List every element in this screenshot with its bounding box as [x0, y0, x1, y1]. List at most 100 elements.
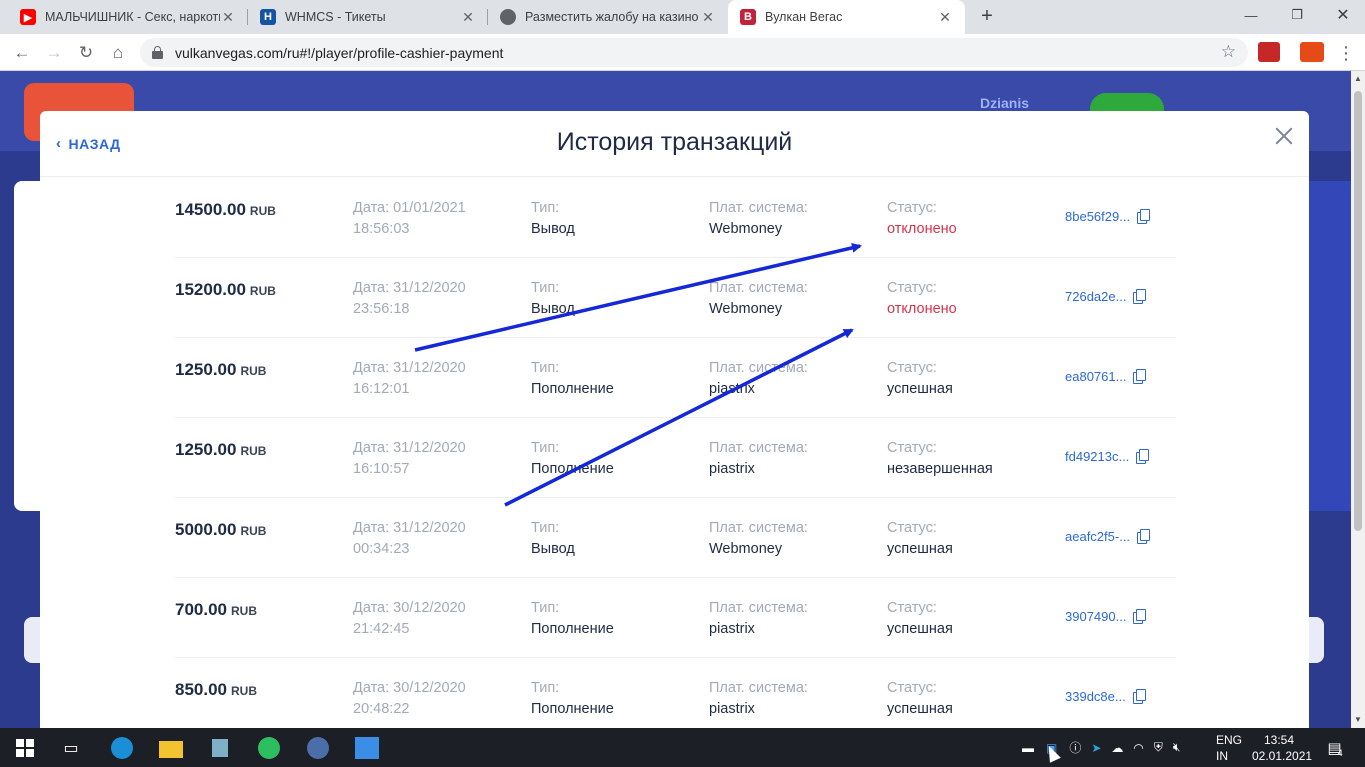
type-value: Пополнение	[531, 381, 614, 397]
bookmark-star-icon[interactable]: ☆	[1221, 42, 1236, 62]
notification-count: 4	[1337, 748, 1343, 758]
modal-title: История транзакций	[556, 128, 793, 156]
copy-icon[interactable]	[1133, 609, 1147, 624]
transaction-type: Тип: Вывод	[531, 518, 575, 560]
notifications-icon[interactable]: ▤ 4	[1322, 735, 1348, 761]
transaction-id-value[interactable]: ea80761...	[1065, 369, 1126, 384]
transaction-id-value[interactable]: 339dc8e...	[1065, 689, 1126, 704]
status-value: отклонено	[887, 221, 957, 237]
date-label: Дата:	[353, 440, 390, 456]
app-icon[interactable]	[207, 735, 233, 761]
transaction-id[interactable]: 8be56f29...	[1065, 209, 1151, 224]
tab-vulkan[interactable]: B Вулкан Вегас ✕	[728, 0, 965, 34]
transaction-id[interactable]: ea80761...	[1065, 369, 1147, 384]
copy-icon[interactable]	[1133, 289, 1147, 304]
language-indicator[interactable]: ENG IN	[1216, 732, 1242, 764]
tab-complaint[interactable]: Разместить жалобу на казино ✕	[488, 0, 728, 34]
date-value: 30/12/2020	[393, 600, 466, 616]
transaction-amount: 1250.00 RUB	[175, 440, 266, 460]
shield-icon[interactable]: ⛨	[1154, 740, 1163, 755]
scrollbar-thumb[interactable]	[1354, 91, 1362, 531]
copy-icon[interactable]	[1136, 449, 1150, 464]
modal-header: ‹ НАЗАД История транзакций	[40, 111, 1309, 177]
amount-value: 14500.00	[175, 200, 246, 219]
windows-taskbar: ▭ ▬ ▣ ⓘ ➤ ☁ ◠ ⛨ 🔇︎ ENG IN 13:54 02.01.20…	[0, 728, 1365, 767]
menu-dots-icon[interactable]: ⋮	[1333, 40, 1359, 66]
tab-youtube[interactable]: ▶ МАЛЬЧИШНИК - Секс, наркоти ✕	[8, 0, 248, 34]
extension-icon[interactable]	[1300, 42, 1324, 62]
transaction-id-value[interactable]: 726da2e...	[1065, 289, 1126, 304]
transaction-id[interactable]: fd49213c...	[1065, 449, 1150, 464]
transaction-id[interactable]: aeafc2f5-...	[1065, 529, 1151, 544]
photos-icon[interactable]	[354, 735, 380, 761]
clock[interactable]: 13:54 02.01.2021	[1252, 732, 1312, 764]
file-explorer-icon[interactable]	[158, 735, 184, 761]
transaction-id[interactable]: 339dc8e...	[1065, 689, 1146, 704]
status-value: успешная	[887, 541, 953, 557]
task-view-icon[interactable]: ▭	[58, 735, 84, 761]
back-arrow-icon[interactable]: ←	[9, 40, 35, 66]
vulkan-icon: B	[740, 9, 756, 25]
close-tab-icon[interactable]: ✕	[937, 9, 953, 26]
telegram-icon[interactable]: ➤	[1091, 741, 1101, 755]
new-tab-button[interactable]: +	[976, 5, 998, 27]
close-tab-icon[interactable]: ✕	[220, 9, 236, 26]
copy-icon[interactable]	[1137, 529, 1151, 544]
close-tab-icon[interactable]: ✕	[460, 9, 476, 26]
transaction-date: Дата: 31/12/2020 16:12:01	[353, 358, 466, 400]
date-value: 31/12/2020	[393, 440, 466, 456]
minimize-icon[interactable]: —	[1228, 0, 1274, 30]
close-tab-icon[interactable]: ✕	[700, 9, 716, 26]
page-scrollbar[interactable]: ▲ ▼	[1351, 71, 1365, 728]
transaction-id-value[interactable]: 3907490...	[1065, 609, 1126, 624]
transaction-id[interactable]: 726da2e...	[1065, 289, 1147, 304]
transaction-amount: 5000.00 RUB	[175, 520, 266, 540]
close-window-icon[interactable]: ✕	[1320, 0, 1365, 30]
edge-icon[interactable]	[109, 735, 135, 761]
info-icon[interactable]: ⓘ	[1069, 739, 1081, 756]
amount-value: 15200.00	[175, 280, 246, 299]
cloud-icon[interactable]: ☁	[1111, 741, 1123, 755]
scroll-down-icon[interactable]: ▼	[1354, 715, 1362, 724]
volume-muted-icon[interactable]: 🔇︎	[1173, 740, 1181, 755]
system-label: Плат. система:	[709, 600, 808, 616]
transaction-id-value[interactable]: fd49213c...	[1065, 449, 1129, 464]
reload-icon[interactable]: ↻	[73, 40, 99, 66]
chrome-icon[interactable]	[305, 735, 331, 761]
address-bar[interactable]: vulkanvegas.com/ru#!/player/profile-cash…	[140, 38, 1248, 67]
transaction-id-value[interactable]: aeafc2f5-...	[1065, 529, 1130, 544]
status-label: Статус:	[887, 520, 937, 536]
system-label: Плат. система:	[709, 440, 808, 456]
payment-system: Плат. система: piastrix	[709, 598, 808, 640]
whmcs-icon: H	[260, 9, 276, 25]
restore-icon[interactable]: ❐	[1274, 0, 1320, 30]
scroll-up-icon[interactable]: ▲	[1354, 74, 1362, 83]
forward-arrow-icon[interactable]: →	[41, 40, 67, 66]
transaction-row: 15200.00 RUB Дата: 31/12/2020 23:56:18 Ти…	[175, 258, 1176, 338]
time-value: 21:42:45	[353, 621, 410, 637]
type-value: Пополнение	[531, 621, 614, 637]
copy-icon[interactable]	[1132, 689, 1146, 704]
wifi-icon[interactable]: ◠	[1133, 741, 1143, 755]
extension-icon[interactable]	[1258, 42, 1280, 62]
folder-icon[interactable]: ▬	[1022, 741, 1034, 755]
tab-whmcs[interactable]: H WHMCS - Тикеты ✕	[248, 0, 488, 34]
tab-title: Разместить жалобу на казино	[525, 10, 699, 24]
evernote-icon[interactable]	[256, 735, 282, 761]
transaction-id[interactable]: 3907490...	[1065, 609, 1147, 624]
system-value: piastrix	[709, 381, 755, 397]
windows-start-icon[interactable]	[12, 735, 38, 761]
system-value: Webmoney	[709, 221, 783, 237]
copy-icon[interactable]	[1133, 369, 1147, 384]
transaction-id-value[interactable]: 8be56f29...	[1065, 209, 1130, 224]
home-icon[interactable]: ⌂	[105, 40, 131, 66]
close-icon[interactable]	[1272, 124, 1296, 148]
site-username[interactable]: Dzianis	[980, 95, 1029, 111]
status-label: Статус:	[887, 600, 937, 616]
type-value: Вывод	[531, 301, 575, 317]
copy-icon[interactable]	[1137, 209, 1151, 224]
globe-icon	[500, 9, 516, 25]
transaction-date: Дата: 31/12/2020 23:56:18	[353, 278, 466, 320]
transaction-status: Статус: незавершенная	[887, 438, 993, 480]
transaction-row: 5000.00 RUB Дата: 31/12/2020 00:34:23 Тип…	[175, 498, 1176, 578]
